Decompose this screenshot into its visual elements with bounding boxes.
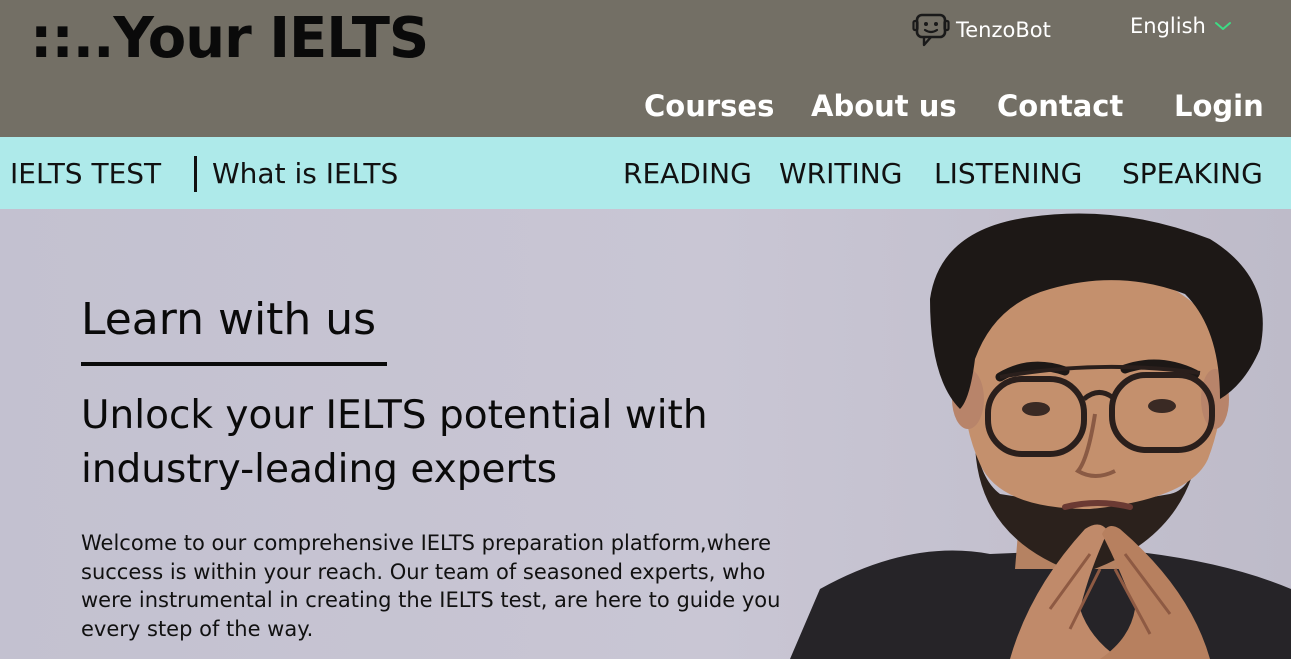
nav-about-us[interactable]: About us xyxy=(811,86,957,126)
page: ::..Your IELTS TenzoBot English Courses … xyxy=(0,0,1291,659)
top-header: ::..Your IELTS TenzoBot English Courses … xyxy=(0,0,1291,137)
subnav-listening[interactable]: LISTENING xyxy=(934,157,1082,191)
nav-login[interactable]: Login xyxy=(1174,86,1264,126)
subnav-divider xyxy=(194,156,197,192)
tenzobot-button[interactable]: TenzoBot xyxy=(912,12,1051,48)
hero-section: Learn with us Unlock your IELTS potentia… xyxy=(0,209,1291,659)
ielts-test-link[interactable]: IELTS TEST xyxy=(10,157,161,191)
ielts-subnav: IELTS TEST What is IELTS READING WRITING… xyxy=(0,137,1291,209)
tenzobot-label: TenzoBot xyxy=(956,18,1051,42)
instructor-photo xyxy=(790,213,1291,659)
subnav-reading[interactable]: READING xyxy=(623,157,752,191)
hero-description: Welcome to our comprehensive IELTS prepa… xyxy=(81,531,781,641)
chatbot-icon xyxy=(912,13,950,47)
what-is-ielts-link[interactable]: What is IELTS xyxy=(212,157,398,191)
subnav-writing[interactable]: WRITING xyxy=(779,157,902,191)
subnav-speaking[interactable]: SPEAKING xyxy=(1122,157,1263,191)
hero-subtitle: Unlock your IELTS potential with industr… xyxy=(81,393,708,492)
language-selector[interactable]: English xyxy=(1130,14,1232,38)
language-label: English xyxy=(1130,14,1206,38)
nav-contact[interactable]: Contact xyxy=(997,86,1123,126)
hero-title: Learn with us xyxy=(81,294,377,345)
nav-courses[interactable]: Courses xyxy=(644,86,774,126)
chevron-down-icon xyxy=(1214,22,1231,30)
site-logo[interactable]: ::..Your IELTS xyxy=(30,4,429,74)
hero-title-underline xyxy=(81,362,387,366)
